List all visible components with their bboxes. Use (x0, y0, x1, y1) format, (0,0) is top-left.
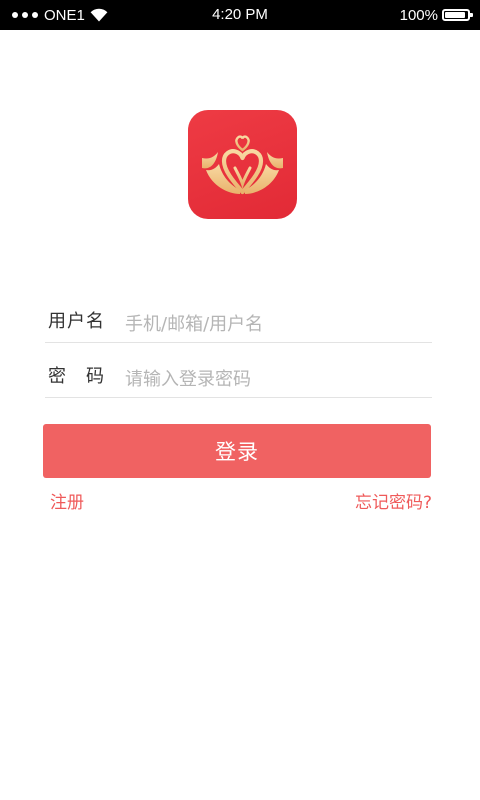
heart-crown-logo-icon (202, 135, 283, 195)
password-row: 密 码 (45, 346, 432, 398)
status-bar: ONE1 4:20 PM 100% (0, 0, 480, 30)
register-link[interactable]: 注册 (50, 490, 84, 516)
battery-percentage: 100% (399, 6, 438, 24)
app-logo (188, 110, 297, 219)
username-label: 用户名 (48, 311, 105, 332)
carrier-name: ONE1 (44, 6, 85, 24)
wifi-icon (90, 8, 108, 22)
status-left: ONE1 (12, 0, 108, 30)
password-label: 密 码 (48, 366, 105, 387)
signal-dots-icon (12, 12, 38, 18)
battery-fill (445, 12, 465, 18)
login-button[interactable]: 登录 (43, 424, 431, 478)
status-right: 100% (399, 0, 473, 30)
username-input[interactable] (125, 311, 425, 337)
username-row: 用户名 (45, 291, 432, 343)
password-input[interactable] (125, 366, 425, 392)
forgot-password-link[interactable]: 忘记密码? (355, 490, 432, 516)
battery-icon (442, 9, 473, 21)
